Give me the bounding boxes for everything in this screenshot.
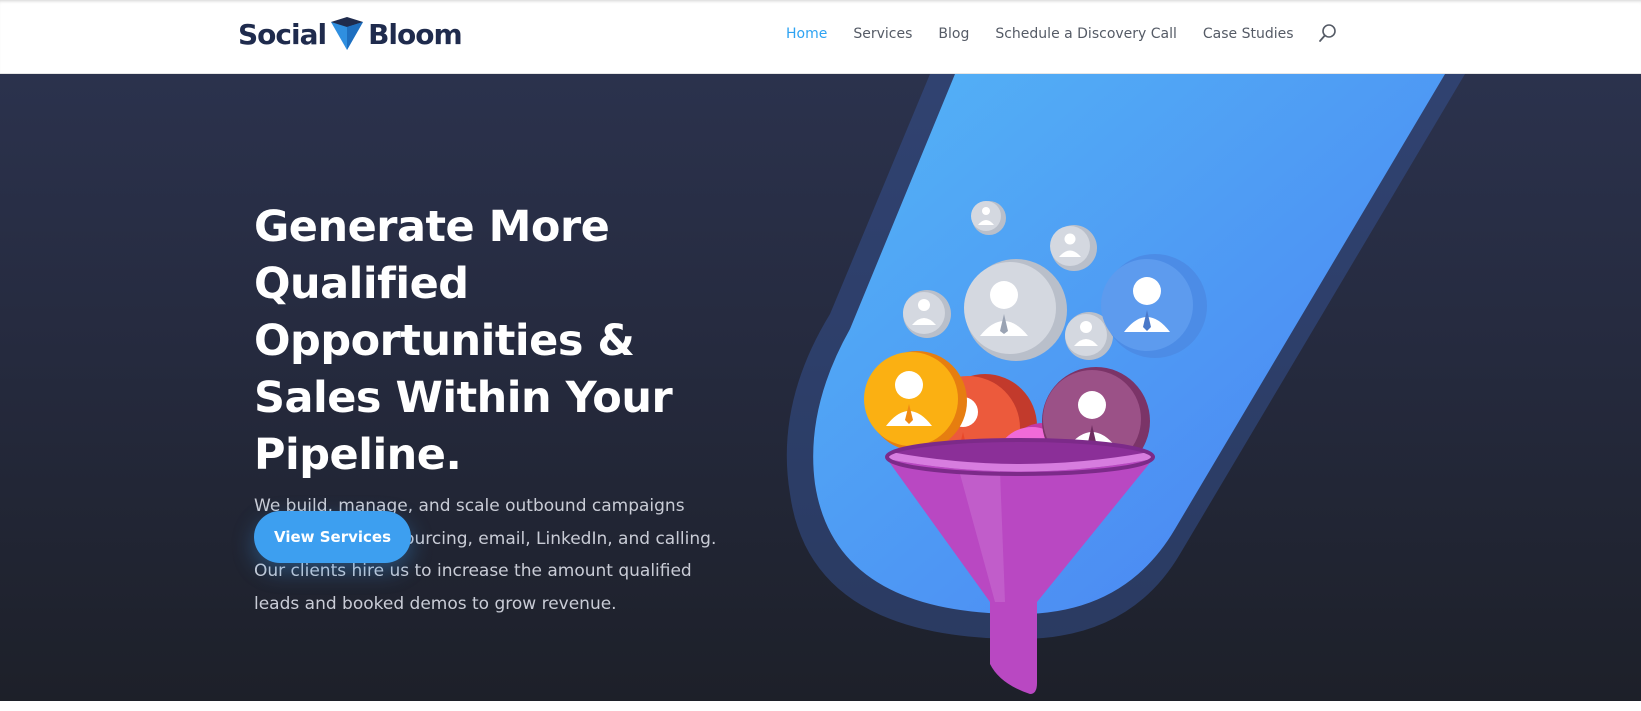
site-logo[interactable]: Social Bloom [238, 15, 463, 55]
hero-section: Generate More Qualified Opportunities & … [0, 74, 1641, 701]
diamond-logo-icon [331, 17, 364, 50]
lead-funnel-illustration [786, 74, 1465, 694]
person-bubble-grey-3 [903, 290, 951, 338]
nav-home[interactable]: Home [786, 22, 827, 46]
site-header: Social Bloom Home Services Blog Schedule… [0, 0, 1641, 74]
view-services-button[interactable]: View Services [254, 511, 411, 563]
nav-blog[interactable]: Blog [938, 22, 969, 46]
search-icon[interactable] [1318, 23, 1338, 45]
logo-word-social: Social [238, 18, 327, 51]
page-bottom-edge [0, 701, 1641, 711]
logo-word-bloom: Bloom [368, 18, 463, 51]
main-nav: Home Services Blog Schedule a Discovery … [786, 22, 1338, 46]
hero-headline: Generate More Qualified Opportunities & … [254, 202, 673, 480]
nav-case-studies[interactable]: Case Studies [1203, 22, 1294, 46]
nav-services[interactable]: Services [853, 22, 912, 46]
nav-schedule-call[interactable]: Schedule a Discovery Call [995, 22, 1177, 46]
